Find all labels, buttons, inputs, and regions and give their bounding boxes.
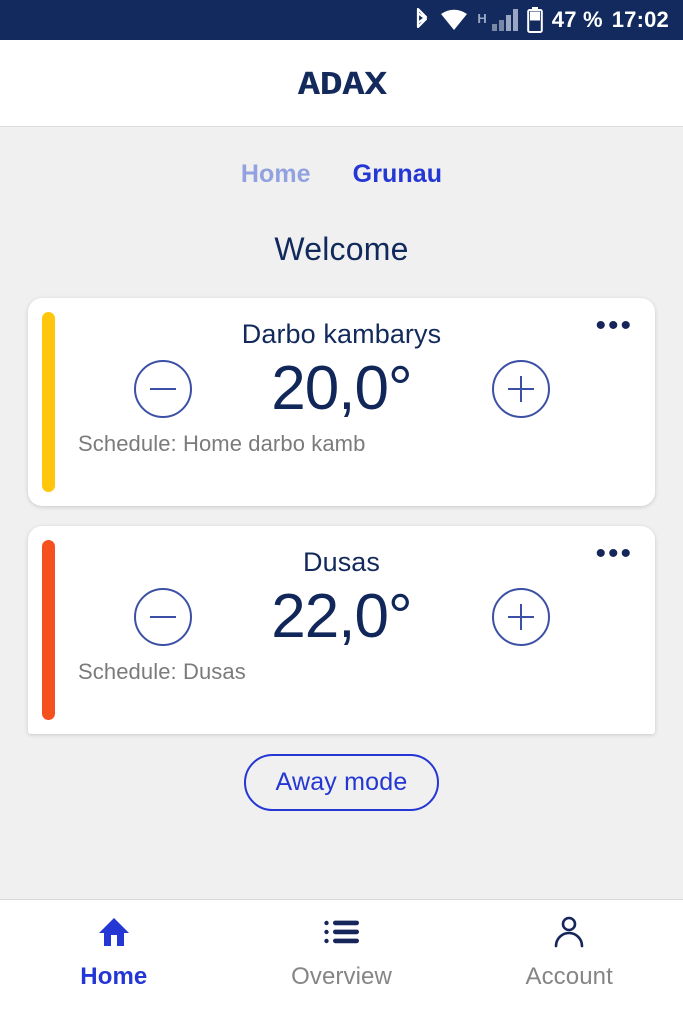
location-tabs: Home Grunau	[0, 127, 683, 189]
room-name: Darbo kambarys	[241, 319, 442, 349]
nav-item-overview[interactable]: Overview	[228, 900, 456, 1024]
room-temperature: 22,0°	[271, 582, 412, 651]
nav-label-account: Account	[525, 963, 613, 990]
network-type-label: H	[477, 11, 487, 26]
nav-item-home[interactable]: Home	[0, 900, 228, 1024]
room-schedule: Schedule: Home darbo kamb	[78, 431, 366, 457]
battery-icon	[526, 7, 543, 33]
clock-label: 17:02	[611, 7, 669, 32]
nav-label-home: Home	[80, 963, 148, 990]
house-icon	[97, 915, 131, 949]
room-schedule: Schedule: Dusas	[78, 659, 246, 685]
room-accent-bar	[42, 312, 55, 492]
room-temperature: 20,0°	[271, 354, 412, 423]
room-accent-bar	[42, 540, 55, 720]
nav-label-overview: Overview	[291, 963, 392, 990]
minus-circle-icon[interactable]	[133, 587, 192, 646]
app-screen: H 47 % 17:02 ADAX Home Grunau Welcome ••…	[0, 0, 683, 1024]
tab-home[interactable]: Home	[241, 160, 311, 189]
temperature-controls: 22,0°	[48, 584, 635, 649]
list-icon	[323, 915, 360, 949]
ellipsis-icon[interactable]: •••	[595, 311, 633, 341]
room-card[interactable]: ••• Darbo kambarys 20,0° Schedule: Home …	[28, 298, 655, 506]
temperature-controls: 20,0°	[48, 356, 635, 421]
room-card-list: ••• Darbo kambarys 20,0° Schedule: Home …	[0, 298, 683, 734]
app-header: ADAX	[0, 40, 683, 127]
adax-logo: ADAX	[296, 65, 387, 101]
minus-circle-icon[interactable]	[133, 359, 192, 418]
away-mode-button[interactable]: Away mode	[243, 754, 440, 811]
bluetooth-icon	[413, 7, 431, 33]
plus-circle-icon[interactable]	[491, 587, 550, 646]
nav-item-account[interactable]: Account	[455, 900, 683, 1024]
main-content: Home Grunau Welcome ••• Darbo kambarys 2…	[0, 127, 683, 900]
room-card[interactable]: ••• Dusas 22,0° Schedule: Dusas	[28, 526, 655, 734]
status-bar: H 47 % 17:02	[0, 0, 683, 40]
person-icon	[552, 915, 586, 949]
room-name: Dusas	[302, 547, 381, 577]
ellipsis-icon[interactable]: •••	[595, 539, 633, 569]
away-mode-container: Away mode	[0, 754, 683, 811]
wifi-icon	[440, 9, 468, 31]
tab-grunau[interactable]: Grunau	[353, 160, 443, 189]
page-title: Welcome	[274, 231, 409, 267]
cellular-signal-icon	[491, 9, 518, 31]
battery-level-label: 47 %	[551, 7, 603, 32]
bottom-navigation: Home Overview Account	[0, 900, 683, 1024]
plus-circle-icon[interactable]	[491, 359, 550, 418]
